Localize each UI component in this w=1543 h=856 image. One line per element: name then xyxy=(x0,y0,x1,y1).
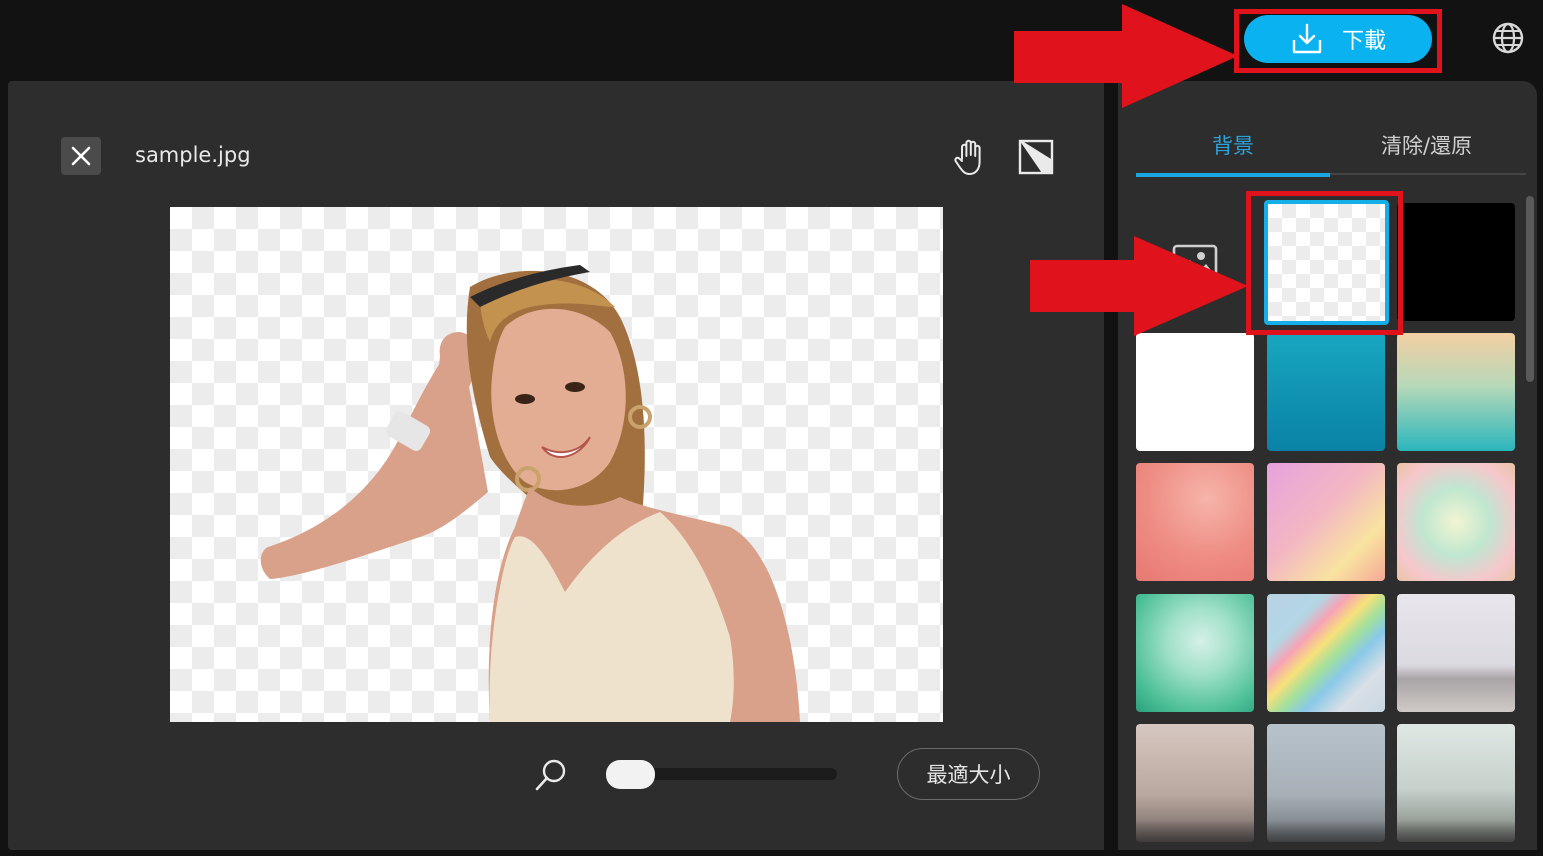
eraser-icon[interactable] xyxy=(1016,137,1056,177)
background-black-tile[interactable] xyxy=(1397,203,1515,321)
tab-background[interactable]: 背景 xyxy=(1212,130,1254,160)
tab-active-indicator xyxy=(1136,173,1330,177)
arrow-to-transparent-tile xyxy=(1030,236,1248,336)
subject-cutout xyxy=(260,265,800,722)
hand-icon[interactable] xyxy=(953,137,989,177)
background-aurora-tile[interactable] xyxy=(1136,594,1254,712)
tab-erase-restore[interactable]: 清除/還原 xyxy=(1381,130,1472,160)
app-root: 下載 sample.jpg 最適大小 背景 清除/還原 xyxy=(0,0,1543,856)
search-icon xyxy=(535,759,566,791)
file-name: sample.jpg xyxy=(135,143,251,167)
close-button[interactable] xyxy=(61,137,101,175)
background-sunset-tile[interactable] xyxy=(1397,333,1515,451)
image-canvas[interactable] xyxy=(170,207,943,722)
background-pastel-tile[interactable] xyxy=(1267,463,1385,581)
download-highlight xyxy=(1234,9,1442,73)
scrollbar[interactable] xyxy=(1526,196,1534,382)
zoom-slider-thumb[interactable] xyxy=(606,760,655,789)
background-holographic-tile[interactable] xyxy=(1397,463,1515,581)
transparent-tile-highlight xyxy=(1246,191,1403,335)
close-icon xyxy=(71,146,91,166)
arrow-to-download xyxy=(1014,4,1238,108)
side-panel-fade xyxy=(1118,820,1537,850)
background-beach-tile[interactable] xyxy=(1397,594,1515,712)
background-white-tile[interactable] xyxy=(1136,333,1254,451)
fit-size-button[interactable]: 最適大小 xyxy=(897,748,1040,800)
globe-icon[interactable] xyxy=(1490,20,1526,56)
background-teal-tile[interactable] xyxy=(1267,333,1385,451)
background-glitter-tile[interactable] xyxy=(1136,463,1254,581)
background-rainbow-tile[interactable] xyxy=(1267,594,1385,712)
